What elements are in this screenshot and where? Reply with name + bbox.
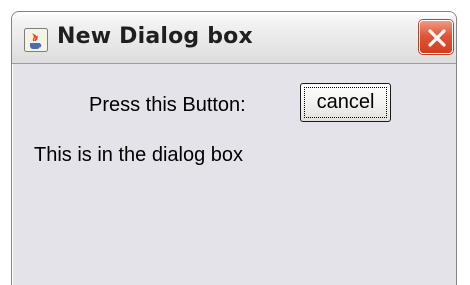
- cancel-button[interactable]: cancel: [300, 83, 391, 122]
- close-x-icon: [428, 29, 446, 47]
- dialog-message: This is in the dialog box: [34, 144, 244, 166]
- dialog-window: New Dialog box Press this Button: cancel…: [11, 11, 457, 285]
- close-button[interactable]: [419, 20, 453, 54]
- java-cup-icon: [24, 28, 48, 52]
- title-bar[interactable]: New Dialog box: [12, 12, 456, 64]
- cancel-button-label: cancel: [304, 87, 387, 118]
- prompt-label: Press this Button:: [89, 94, 246, 116]
- window-title: New Dialog box: [57, 24, 253, 49]
- dialog-content: Press this Button: cancel This is in the…: [12, 64, 456, 285]
